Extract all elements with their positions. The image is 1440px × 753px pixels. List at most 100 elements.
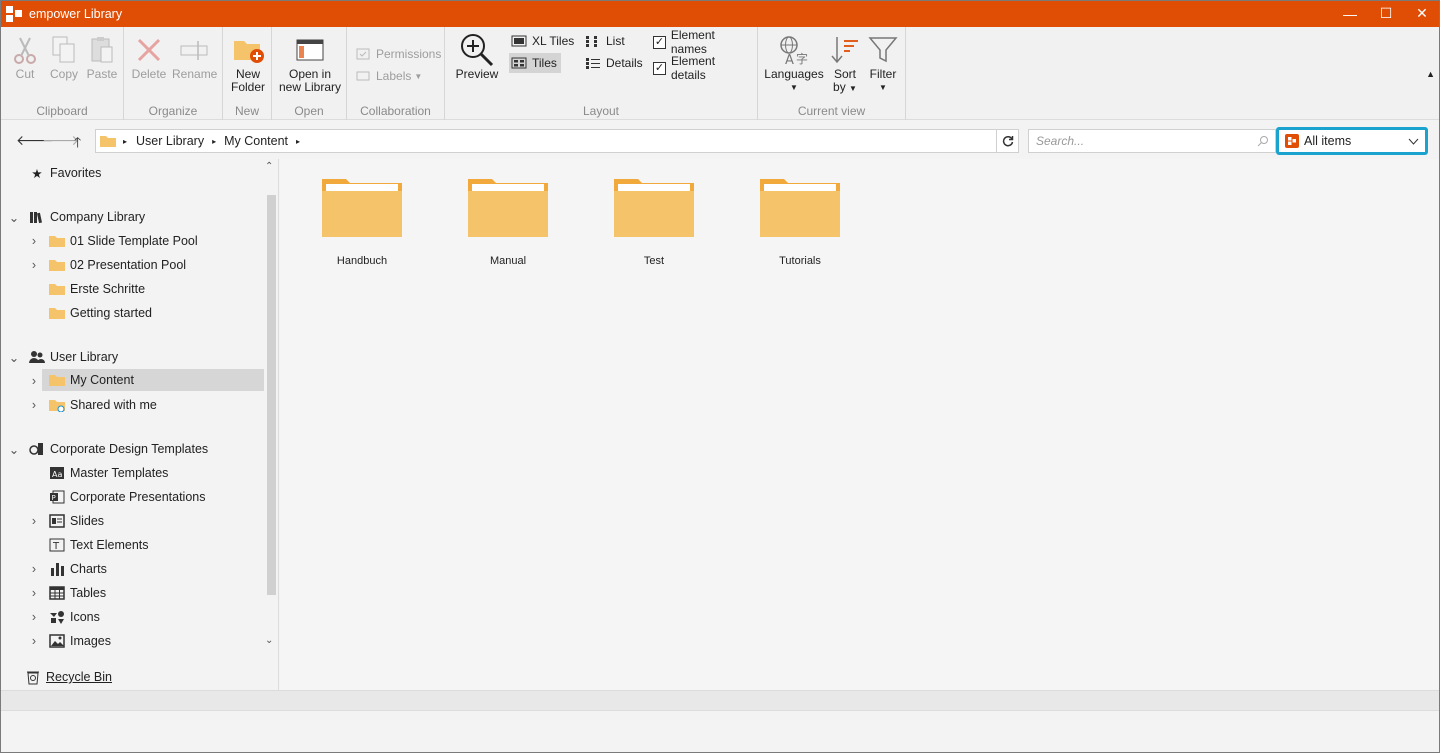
sidebar-item-presentation-pool[interactable]: › 02 Presentation Pool [28, 254, 186, 276]
svg-text:Aa: Aa [52, 470, 62, 479]
sidebar-item-master-templates[interactable]: Aa Master Templates [48, 462, 168, 484]
rename-button[interactable]: Rename [172, 32, 217, 81]
all-items-icon [1285, 134, 1299, 148]
sidebar-item-company-library[interactable]: ⌄ Company Library [8, 206, 145, 228]
expand-chevron-icon[interactable]: › [28, 562, 40, 576]
organize-group-label: Organize [148, 104, 198, 118]
labels-dropdown[interactable]: Labels ▼ [353, 66, 426, 86]
scroll-up-icon[interactable]: ⌃ [265, 161, 273, 172]
permissions-button[interactable]: Permissions [353, 44, 445, 64]
xl-tiles-button[interactable]: XL Tiles [509, 31, 578, 51]
slides-icon [48, 513, 66, 529]
breadcrumb-separator-icon: ▸ [296, 136, 301, 146]
collapse-chevron-icon[interactable]: ⌄ [8, 210, 20, 225]
sidebar-item-charts[interactable]: › Charts [28, 558, 107, 580]
svg-text:A: A [785, 53, 794, 66]
window-title: empower Library [29, 6, 123, 21]
permissions-icon [355, 47, 371, 61]
expand-chevron-icon[interactable]: › [28, 234, 40, 248]
new-folder-button[interactable]: New Folder [227, 32, 269, 94]
delete-icon [130, 32, 168, 68]
folder-tile[interactable]: Test [581, 177, 727, 267]
preview-button[interactable]: Preview [453, 32, 501, 81]
element-details-checkbox[interactable]: ✓ Element details [651, 54, 757, 82]
refresh-button[interactable] [997, 129, 1019, 153]
scroll-down-icon[interactable]: ⌄ [265, 635, 273, 646]
scissors-icon [9, 32, 41, 68]
sidebar-item-tables[interactable]: › Tables [28, 582, 106, 604]
breadcrumb-item-user-library[interactable]: User Library [136, 134, 204, 148]
folder-icon [99, 134, 117, 148]
sidebar-item-slide-template-pool[interactable]: › 01 Slide Template Pool [28, 230, 198, 252]
expand-chevron-icon[interactable]: › [28, 398, 40, 412]
filter-select[interactable]: All items [1276, 127, 1428, 155]
folder-tile[interactable]: Manual [435, 177, 581, 267]
minimize-button[interactable]: — [1332, 0, 1368, 27]
presentation-icon: P [48, 489, 66, 505]
up-arrow-icon[interactable]: 🡑 [74, 132, 81, 156]
maximize-button[interactable]: ☐ [1368, 0, 1404, 27]
delete-button[interactable]: Delete [130, 32, 168, 81]
sidebar-item-getting-started[interactable]: Getting started [48, 302, 152, 324]
sidebar-item-images[interactable]: › Images [28, 630, 111, 652]
content-area: Handbuch Manual Test Tutorials [280, 159, 1440, 690]
breadcrumb-item-my-content[interactable]: My Content [224, 134, 288, 148]
sidebar-item-corporate-design-templates[interactable]: ⌄ Corporate Design Templates [8, 438, 208, 460]
text-element-icon: T [48, 537, 66, 553]
sidebar-item-icons[interactable]: › Icons [28, 606, 100, 628]
details-button[interactable]: Details [583, 53, 647, 73]
list-icon [585, 34, 601, 48]
expand-chevron-icon[interactable]: › [28, 258, 40, 272]
sort-icon [828, 32, 862, 68]
list-button[interactable]: List [583, 31, 629, 51]
expand-chevron-icon[interactable]: › [28, 514, 40, 528]
sort-by-dropdown[interactable]: Sort by ▼ [828, 32, 862, 95]
folder-tile[interactable]: Tutorials [727, 177, 873, 267]
expand-chevron-icon[interactable]: › [28, 586, 40, 600]
element-names-checkbox[interactable]: ✓ Element names [651, 28, 757, 56]
paste-button[interactable]: Paste [85, 32, 119, 81]
sidebar-item-favorites[interactable]: ★ Favorites [28, 162, 101, 184]
ribbon: Cut Copy Paste Clipboard Delete Rename O… [1, 27, 1439, 120]
expand-chevron-icon[interactable]: › [28, 610, 40, 624]
layout-group: Preview XL Tiles Tiles List Details ✓ El… [445, 27, 758, 120]
sidebar-item-recycle-bin[interactable]: Recycle Bin [24, 666, 112, 688]
folder-icon [321, 177, 403, 239]
sidebar-item-slides[interactable]: › Slides [28, 510, 104, 532]
copy-button[interactable]: Copy [47, 32, 81, 81]
svg-text:T: T [52, 541, 60, 552]
title-bar: empower Library — ☐ ✕ [0, 0, 1440, 27]
open-in-new-library-button[interactable]: Open in new Library [276, 32, 344, 94]
filter-chevron-icon: ▼ [879, 83, 887, 92]
sidebar-item-user-library[interactable]: ⌄ User Library [8, 346, 118, 368]
sidebar-scroll-thumb[interactable] [267, 195, 276, 595]
collapse-chevron-icon[interactable]: ⌄ [8, 350, 20, 365]
open-group: Open in new Library Open [272, 27, 347, 120]
close-button[interactable]: ✕ [1404, 0, 1440, 27]
search-input[interactable]: Search... [1028, 129, 1276, 153]
search-icon [1257, 135, 1269, 150]
organize-group: Delete Rename Organize [124, 27, 223, 120]
recycle-bin-icon [24, 669, 42, 685]
tiles-button[interactable]: Tiles [509, 53, 561, 73]
icons-category-icon [48, 609, 66, 625]
expand-chevron-icon[interactable]: › [28, 634, 40, 648]
collapse-chevron-icon[interactable]: ⌄ [8, 442, 20, 457]
cut-button[interactable]: Cut [9, 32, 41, 81]
current-view-group: A字 Languages ▼ Sort by ▼ Filter ▼ Curren… [758, 27, 906, 120]
svg-text:字: 字 [796, 51, 808, 66]
sidebar-item-my-content[interactable]: My Content [42, 369, 264, 391]
expand-chevron-icon[interactable]: › [28, 370, 40, 392]
app-logo-icon [5, 5, 23, 23]
breadcrumb[interactable]: ▸ User Library ▸ My Content ▸ [95, 129, 997, 153]
filter-dropdown[interactable]: Filter ▼ [864, 32, 902, 94]
horizontal-splitter[interactable] [0, 690, 1440, 710]
folder-icon [613, 177, 695, 239]
ribbon-collapse-icon[interactable]: ▲ [1426, 69, 1435, 79]
sidebar-item-shared-with-me[interactable]: › Shared with me [28, 394, 157, 416]
languages-dropdown[interactable]: A字 Languages ▼ [762, 32, 826, 94]
sidebar-item-text-elements[interactable]: T Text Elements [48, 534, 149, 556]
folder-tile[interactable]: Handbuch [289, 177, 435, 267]
sidebar-item-corporate-presentations[interactable]: P Corporate Presentations [48, 486, 206, 508]
sidebar-item-erste-schritte[interactable]: Erste Schritte [48, 278, 145, 300]
